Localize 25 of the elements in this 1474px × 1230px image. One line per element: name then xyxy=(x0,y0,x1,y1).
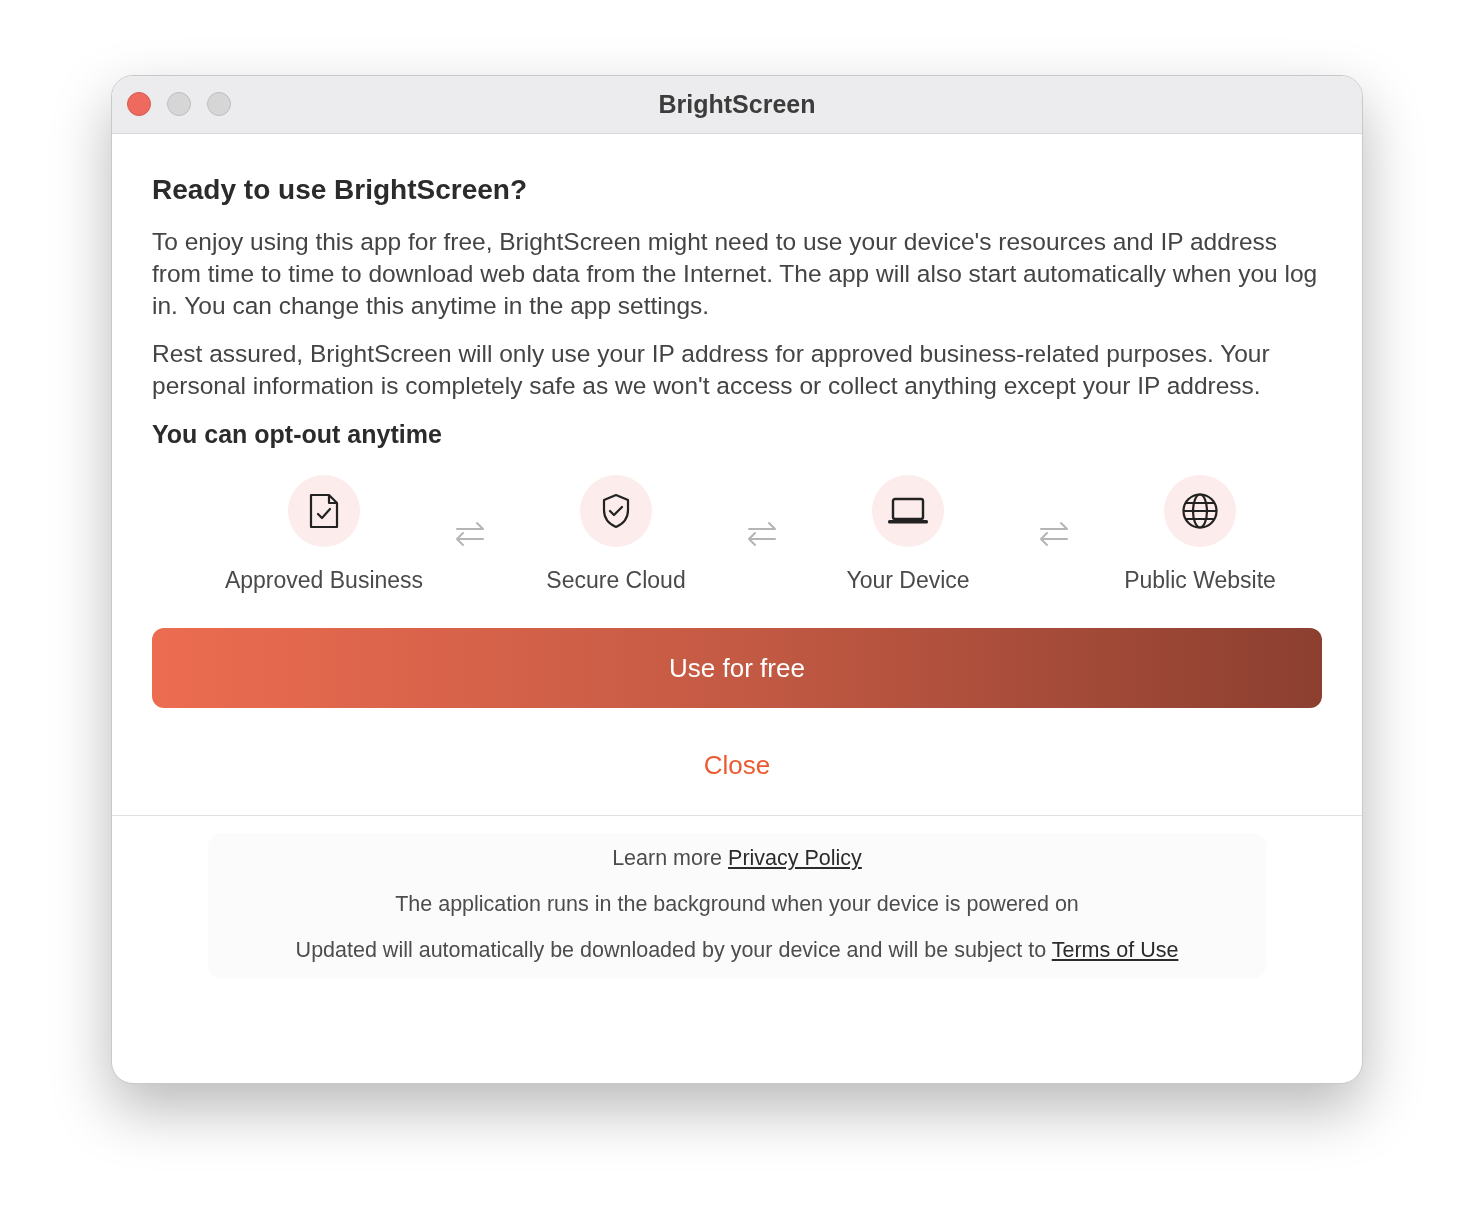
step-label: Your Device xyxy=(846,567,970,594)
footer-note: Learn more Privacy Policy xyxy=(612,845,862,872)
swap-arrows-icon xyxy=(746,520,778,548)
step-label: Approved Business xyxy=(224,567,424,594)
body-paragraph: Rest assured, BrightScreen will only use your IP address for approved business-related purposes. Your personal information is completely safe as we won't access or collect anything except your IP address. xyxy=(152,339,1271,401)
footer-note: Updated will automatically be downloaded by your device and will be subject to Terms of Use xyxy=(295,937,1179,964)
window-title: BrightScreen xyxy=(658,90,816,119)
footer-link[interactable]: Privacy Policy xyxy=(728,846,862,870)
dialog-heading: Ready to use BrightScreen? xyxy=(152,174,528,206)
footer-note: The application runs in the background when your device is powered on xyxy=(395,891,1079,918)
swap-arrows-icon xyxy=(1038,520,1070,548)
step-label: Secure Cloud xyxy=(546,567,686,594)
opt-out-heading: You can opt-out anytime xyxy=(152,420,443,449)
laptop-icon xyxy=(887,496,929,526)
footer-link[interactable]: Terms of Use xyxy=(1051,938,1179,962)
minimize-window-button[interactable] xyxy=(167,92,191,116)
close-window-button[interactable] xyxy=(127,92,151,116)
document-check-icon xyxy=(309,493,339,529)
body-paragraph: To enjoy using this app for free, BrightScreen might need to use your device's resources and IP address from time to time to download web data from the Internet. The app will also start automatically when you log in. You can change this anytime in the app settings. xyxy=(152,227,1319,321)
zoom-window-button[interactable] xyxy=(207,92,231,116)
swap-arrows-icon xyxy=(454,520,486,548)
shield-check-icon xyxy=(601,493,631,529)
step-label: Public Website xyxy=(1124,567,1276,594)
use-for-free-button[interactable]: Use for free xyxy=(152,628,1322,708)
globe-icon xyxy=(1181,492,1219,530)
